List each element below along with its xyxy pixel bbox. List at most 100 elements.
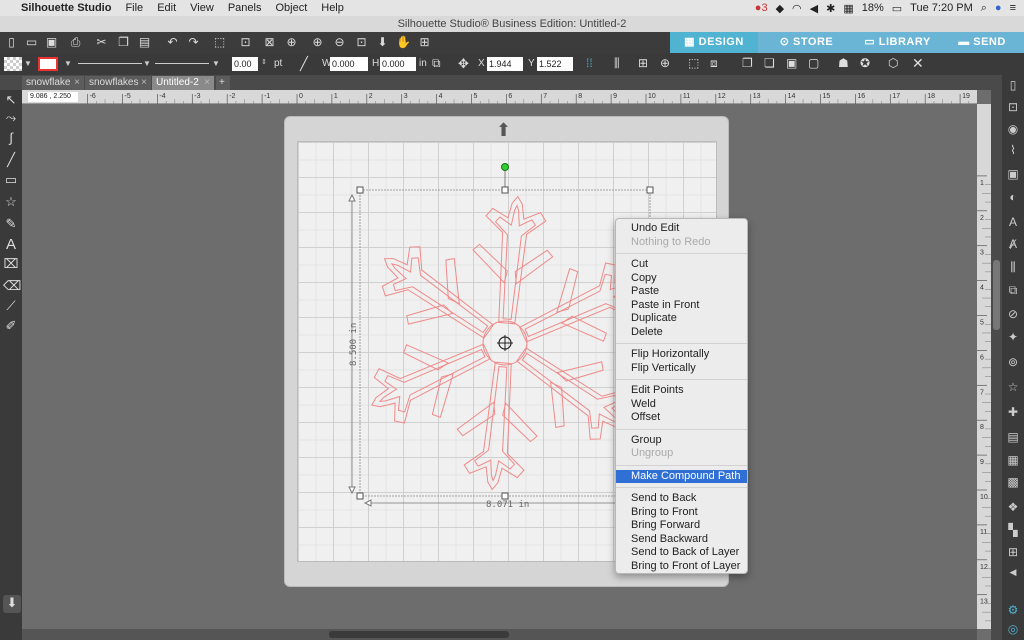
horizontal-scrollbar[interactable] bbox=[22, 629, 977, 640]
pixscan-icon[interactable]: ⊡ bbox=[1004, 100, 1022, 116]
library-panel-icon[interactable]: ❖ bbox=[1004, 500, 1022, 516]
gradient-icon[interactable]: ▣ bbox=[1004, 167, 1022, 183]
height-input[interactable]: 0.000 bbox=[380, 57, 416, 71]
transform-icon[interactable]: ⬚ bbox=[688, 56, 699, 70]
menu-item-delete[interactable]: Delete bbox=[616, 326, 747, 340]
center-icon[interactable]: ⊞ bbox=[638, 56, 648, 70]
resize-handle[interactable] bbox=[646, 186, 654, 194]
menu-view[interactable]: View bbox=[183, 2, 221, 14]
doc-tab[interactable]: snowflakes × bbox=[85, 76, 151, 90]
menu-item-make-compound-path[interactable]: Make Compound Path bbox=[616, 469, 747, 483]
text-tool-icon[interactable]: A bbox=[3, 236, 19, 253]
redo-icon[interactable]: ↷ bbox=[186, 35, 201, 50]
print-icon[interactable]: ⎙ bbox=[68, 35, 83, 50]
siri-icon[interactable]: ● bbox=[995, 2, 1002, 14]
menu-item-group[interactable]: Group bbox=[616, 434, 747, 448]
menu-help[interactable]: Help bbox=[314, 2, 351, 14]
text-panel-icon[interactable]: A bbox=[1004, 215, 1022, 231]
line-tool-icon[interactable]: ╱ bbox=[300, 56, 308, 72]
user-icon[interactable]: ●3 bbox=[755, 2, 768, 14]
menu-item-bring-to-front[interactable]: Bring to Front bbox=[616, 506, 747, 520]
line-width-input[interactable]: 0.00 bbox=[232, 57, 258, 71]
edit-points-icon[interactable]: ⊕ bbox=[284, 35, 299, 50]
zoom-fit-icon[interactable]: ⊡ bbox=[354, 35, 369, 50]
line-join-dropdown-icon[interactable]: ▼ bbox=[212, 59, 220, 68]
tab-send[interactable]: ▬ SEND bbox=[940, 32, 1024, 53]
menu-item-duplicate[interactable]: Duplicate bbox=[616, 312, 747, 326]
cut-icon[interactable]: ✂ bbox=[94, 35, 109, 50]
knife-tool-icon[interactable]: ⟋ bbox=[3, 298, 19, 314]
center-page-icon[interactable]: ⊕ bbox=[660, 56, 670, 70]
menu-item-undo-edit[interactable]: Undo Edit bbox=[616, 222, 747, 236]
close-tab-icon[interactable]: × bbox=[74, 76, 80, 90]
open-icon[interactable]: ▭ bbox=[24, 35, 39, 50]
close-tab-icon[interactable]: × bbox=[204, 76, 210, 90]
bluetooth-icon[interactable]: ✱ bbox=[826, 2, 835, 15]
fill-swatch[interactable] bbox=[4, 57, 22, 71]
position-icon[interactable]: ✥ bbox=[458, 56, 469, 72]
map-panel-icon[interactable]: ⊞ bbox=[1004, 545, 1022, 561]
print-cut-panel-icon[interactable]: ▚ bbox=[1004, 523, 1022, 539]
page-setup-icon[interactable]: ▯ bbox=[1004, 78, 1022, 94]
save-icon[interactable]: ▣ bbox=[44, 35, 59, 50]
menu-item-bring-to-front-of-layer[interactable]: Bring to Front of Layer bbox=[616, 560, 747, 574]
line-color-dropdown-icon[interactable]: ▼ bbox=[64, 59, 72, 68]
search-icon[interactable]: ⌕ bbox=[981, 2, 987, 15]
close-tab-icon[interactable]: × bbox=[141, 76, 147, 90]
menu-item-edit-points[interactable]: Edit Points bbox=[616, 384, 747, 398]
menu-object[interactable]: Object bbox=[268, 2, 314, 14]
grid-dots-icon[interactable]: ⁞⁞ bbox=[586, 56, 593, 70]
trace-panel-icon[interactable]: ✚ bbox=[1004, 405, 1022, 421]
menu-item-flip-horizontally[interactable]: Flip Horizontally bbox=[616, 348, 747, 362]
offset-panel-icon[interactable]: ☆ bbox=[1004, 380, 1022, 396]
eyedropper-tool-icon[interactable]: ✐ bbox=[3, 318, 19, 334]
menu-item-bring-forward[interactable]: Bring Forward bbox=[616, 519, 747, 533]
eraser-tool-icon[interactable]: ⌫ bbox=[3, 278, 21, 294]
release-compound-icon[interactable]: ▢ bbox=[808, 56, 819, 70]
pattern-panel-icon[interactable]: ▦ bbox=[1004, 453, 1022, 469]
add-tab-button[interactable]: + bbox=[216, 76, 230, 90]
vertical-scrollbar[interactable] bbox=[991, 75, 1002, 640]
line-color-swatch[interactable] bbox=[38, 57, 58, 71]
settings-gear-icon[interactable]: ⚙ bbox=[1004, 603, 1022, 619]
lock-ratio-icon[interactable]: ⧉ bbox=[432, 56, 441, 71]
compound-icon[interactable]: ▣ bbox=[786, 56, 797, 70]
pan-hand-icon[interactable]: ✋ bbox=[396, 35, 411, 50]
import-icon[interactable]: ⬇ bbox=[3, 595, 21, 613]
line-style-dropdown-icon[interactable]: ▼ bbox=[143, 59, 151, 68]
line-join-preview[interactable] bbox=[155, 63, 209, 64]
volume-icon[interactable]: ◀ bbox=[810, 2, 818, 15]
transform-panel-icon[interactable]: ⧉ bbox=[1004, 283, 1022, 299]
width-input[interactable]: 0.000 bbox=[330, 57, 368, 71]
line-style-preview[interactable] bbox=[78, 63, 142, 64]
new-icon[interactable]: ▯ bbox=[4, 35, 19, 50]
resize-handle[interactable] bbox=[356, 492, 364, 500]
align-panel-icon[interactable]: ⫼ bbox=[1004, 260, 1022, 276]
fit-page-icon[interactable]: ⊞ bbox=[417, 35, 432, 50]
replicate-panel-icon[interactable]: ✦ bbox=[1004, 330, 1022, 346]
help-icon[interactable]: ◎ bbox=[1004, 622, 1022, 638]
layers-panel-icon[interactable]: ▤ bbox=[1004, 430, 1022, 446]
collapse-arrow-icon[interactable]: ◀ bbox=[1004, 567, 1022, 583]
transparency-icon[interactable]: ◐ bbox=[1004, 190, 1022, 206]
line-width-stepper[interactable]: ⇕ bbox=[261, 58, 267, 66]
align-icon[interactable]: ⫼ bbox=[614, 56, 620, 71]
menu-item-cut[interactable]: Cut bbox=[616, 258, 747, 272]
menu-item-weld[interactable]: Weld bbox=[616, 398, 747, 412]
line-panel-icon[interactable]: ⌇ bbox=[1004, 143, 1022, 159]
menu-item-send-backward[interactable]: Send Backward bbox=[616, 533, 747, 547]
wifi-icon[interactable]: ◠ bbox=[792, 2, 802, 15]
rotate-panel-icon[interactable]: ⊘ bbox=[1004, 307, 1022, 323]
menu-file[interactable]: File bbox=[118, 2, 150, 14]
zoom-out-icon[interactable]: ⊖ bbox=[332, 35, 347, 50]
3d-icon[interactable]: ⬡ bbox=[888, 56, 898, 70]
y-input[interactable]: 1.522 bbox=[537, 57, 573, 71]
rotate-handle[interactable] bbox=[501, 163, 509, 171]
copy-icon[interactable]: ❐ bbox=[116, 35, 131, 50]
menu-item-paste[interactable]: Paste bbox=[616, 285, 747, 299]
menu-edit[interactable]: Edit bbox=[150, 2, 183, 14]
resize-handle[interactable] bbox=[356, 186, 364, 194]
freehand-tool-icon[interactable]: ✎ bbox=[3, 216, 19, 232]
deselect-icon[interactable]: ⊡ bbox=[238, 35, 253, 50]
curve-tool-icon[interactable]: ∫ bbox=[3, 130, 19, 146]
